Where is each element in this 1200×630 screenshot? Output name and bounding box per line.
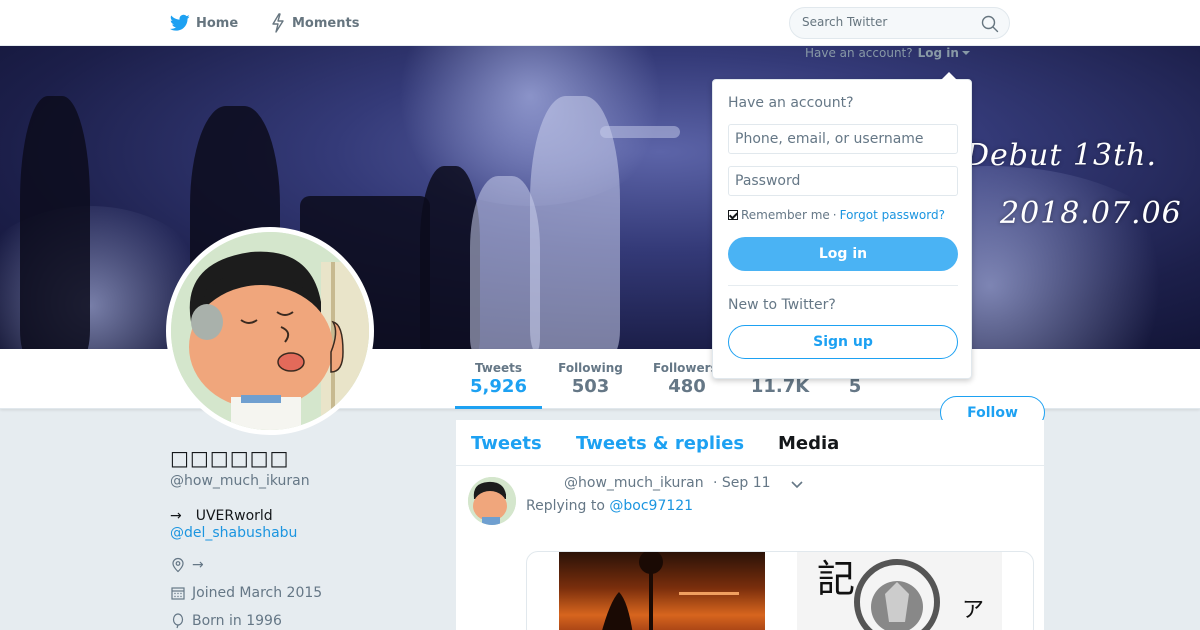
bio-mention-link[interactable]: @del_shabushabu: [170, 525, 297, 541]
profile-avatar[interactable]: [166, 227, 374, 435]
reply-mention-link[interactable]: @boc97121: [609, 498, 693, 514]
banner-caption-line1: Debut 13th.: [965, 138, 1158, 173]
tweet-media-grid: 記ア: [526, 551, 1034, 630]
login-menu-link[interactable]: Log in: [918, 46, 959, 60]
profile-name[interactable]: □□□□□□: [170, 446, 289, 470]
profile-bio: → UVERworld: [170, 508, 273, 524]
stat-value: 480: [668, 376, 706, 397]
twitter-bird-icon: [170, 14, 190, 31]
svg-text:記: 記: [817, 557, 855, 601]
search-box: [789, 7, 1010, 39]
joined-text: Joined March 2015: [192, 585, 323, 601]
stat-value: 5: [848, 376, 862, 397]
reply-prefix: Replying to: [526, 498, 605, 514]
signup-button[interactable]: Sign up: [728, 325, 958, 359]
remember-me-label[interactable]: Remember me: [741, 208, 830, 222]
location-pin-icon: [172, 557, 184, 573]
lightning-icon: [272, 13, 284, 33]
top-navigation-bar: Home Moments: [0, 0, 1200, 46]
forgot-password-link[interactable]: Forgot password?: [840, 208, 945, 222]
separator-dot: ·: [832, 208, 837, 222]
login-button[interactable]: Log in: [728, 237, 958, 271]
stat-tweets[interactable]: Tweets 5,926: [460, 361, 537, 398]
svg-text:ア: ア: [962, 598, 984, 623]
cartoon-avatar-image: [171, 232, 369, 430]
born-text: Born in 1996: [192, 613, 282, 629]
stat-value: 11.7K: [750, 376, 810, 397]
stat-value: 503: [571, 376, 610, 397]
profile-handle: @how_much_ikuran: [170, 473, 310, 489]
profile-birthdate: Born in 1996: [170, 613, 282, 629]
tab-tweets-and-replies[interactable]: Tweets & replies: [576, 433, 744, 454]
nav-home-link[interactable]: Home: [170, 12, 238, 34]
cartoon-avatar-thumb: [468, 477, 516, 525]
remember-me-row: Remember me · Forgot password?: [728, 208, 945, 222]
username-input[interactable]: [728, 124, 958, 154]
reply-context: Replying to @boc97121: [526, 498, 693, 514]
tweet-media-photo[interactable]: [559, 552, 765, 630]
remember-me-checkbox[interactable]: [728, 210, 738, 220]
login-dropdown-title: Have an account?: [728, 95, 854, 111]
stat-followers[interactable]: Followers 480: [653, 361, 721, 398]
divider: [728, 285, 958, 286]
stat-value: 5,926: [470, 376, 527, 397]
profile-joined-date: Joined March 2015: [170, 585, 322, 601]
nav-home-label: Home: [196, 15, 239, 31]
login-prompt-text: Have an account?: [805, 46, 913, 60]
new-to-twitter-label: New to Twitter?: [728, 297, 836, 313]
balloon-icon: [172, 613, 184, 629]
calendar-icon: [171, 587, 185, 600]
timeline: Tweets Tweets & replies Media @how_much_…: [456, 420, 1044, 630]
tweet-author-handle[interactable]: @how_much_ikuran: [564, 475, 704, 491]
nav-moments-label: Moments: [292, 15, 360, 31]
profile-location: →: [170, 557, 204, 573]
banner-caption-line2: 2018.07.06: [1000, 196, 1182, 231]
nav-moments-link[interactable]: Moments: [270, 12, 359, 34]
stat-label: Tweets: [474, 361, 523, 375]
active-stat-underline: [455, 406, 542, 409]
chevron-down-icon[interactable]: [791, 481, 803, 489]
stat-following[interactable]: Following 503: [553, 361, 628, 398]
login-dropdown: Have an account? Remember me · Forgot pa…: [712, 72, 972, 379]
stat-label: Following: [558, 361, 623, 375]
search-icon[interactable]: [981, 15, 999, 33]
timeline-tabs: Tweets Tweets & replies Media: [456, 420, 1044, 466]
tab-tweets[interactable]: Tweets: [471, 433, 542, 454]
caret-down-icon[interactable]: [961, 51, 970, 55]
location-text: →: [192, 557, 204, 573]
search-input[interactable]: [802, 15, 972, 29]
tweet-media-photo[interactable]: 記ア: [797, 552, 1002, 630]
tweet-author-avatar[interactable]: [468, 477, 516, 525]
login-prompt: Have an account? Log in: [805, 46, 970, 60]
password-input[interactable]: [728, 166, 958, 196]
stat-label: Followers: [653, 361, 718, 375]
tweet-timestamp[interactable]: · Sep 11: [713, 475, 771, 491]
tab-media[interactable]: Media: [778, 433, 839, 454]
